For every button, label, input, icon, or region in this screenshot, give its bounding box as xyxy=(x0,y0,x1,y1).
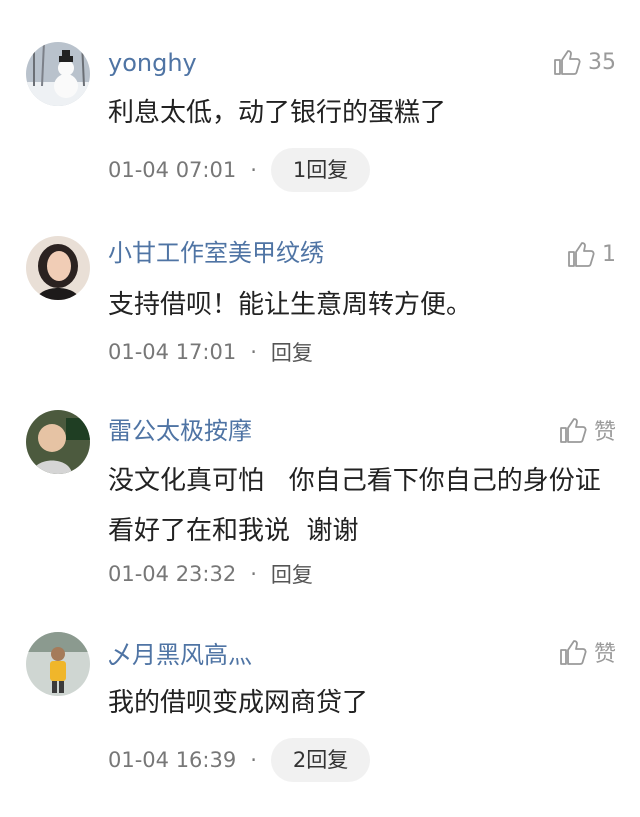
comment-username[interactable]: 乄月黑风高灬 xyxy=(108,640,252,670)
comment-username[interactable]: 雷公太极按摩 xyxy=(108,416,252,446)
comment-meta: 01-04 23:32 · 回复 xyxy=(108,552,313,596)
reply-button[interactable]: 2回复 xyxy=(270,738,371,782)
meta-separator: · xyxy=(250,158,257,182)
user-avatar[interactable] xyxy=(26,632,90,696)
user-avatar[interactable] xyxy=(26,236,90,300)
reply-button[interactable]: 回复 xyxy=(271,559,313,589)
like-button[interactable]: 35 xyxy=(552,46,616,78)
reply-button[interactable]: 回复 xyxy=(271,337,313,367)
comment-meta: 01-04 16:39 · 2回复 xyxy=(108,738,371,782)
meta-separator: · xyxy=(250,340,257,364)
thumbs-up-icon xyxy=(560,640,587,665)
comment-username[interactable]: yonghy xyxy=(108,48,197,78)
like-count: 35 xyxy=(588,49,616,75)
user-avatar[interactable] xyxy=(26,42,90,106)
like-button[interactable]: 1 xyxy=(566,238,616,270)
comment-text: 支持借呗！能让生意周转方便。 xyxy=(108,290,473,320)
thumbs-up-icon xyxy=(560,418,587,443)
reply-button[interactable]: 1回复 xyxy=(270,148,371,192)
man-portrait-avatar-icon xyxy=(26,410,90,474)
thumbs-up-icon xyxy=(554,50,581,75)
user-avatar[interactable] xyxy=(26,410,90,474)
snowman-avatar-icon xyxy=(26,42,90,106)
man-yellow-shirt-avatar-icon xyxy=(26,632,90,696)
comment-meta: 01-04 07:01 · 1回复 xyxy=(108,148,371,192)
comment-time: 01-04 16:39 xyxy=(108,748,237,772)
like-count: 1 xyxy=(602,241,616,267)
comment-text: 没文化真可怕 你自己看下你自己的身份证 看好了在和我说 谢谢 xyxy=(108,466,626,546)
comment-text: 利息太低，动了银行的蛋糕了 xyxy=(108,98,447,128)
meta-separator: · xyxy=(250,562,257,586)
meta-separator: · xyxy=(250,748,257,772)
like-label: 赞 xyxy=(593,642,616,667)
comment-time: 01-04 17:01 xyxy=(108,340,237,364)
like-label: 赞 xyxy=(593,420,616,445)
woman-portrait-avatar-icon xyxy=(26,236,90,300)
like-button[interactable]: 赞 xyxy=(558,414,616,446)
comment-meta: 01-04 17:01 · 回复 xyxy=(108,330,313,374)
comment-text: 我的借呗变成网商贷了 xyxy=(108,688,369,718)
comment-time: 01-04 07:01 xyxy=(108,158,237,182)
comment-username[interactable]: 小甘工作室美甲纹绣 xyxy=(108,238,324,268)
like-button[interactable]: 赞 xyxy=(558,636,616,668)
thumbs-up-icon xyxy=(568,242,595,267)
comment-time: 01-04 23:32 xyxy=(108,562,237,586)
